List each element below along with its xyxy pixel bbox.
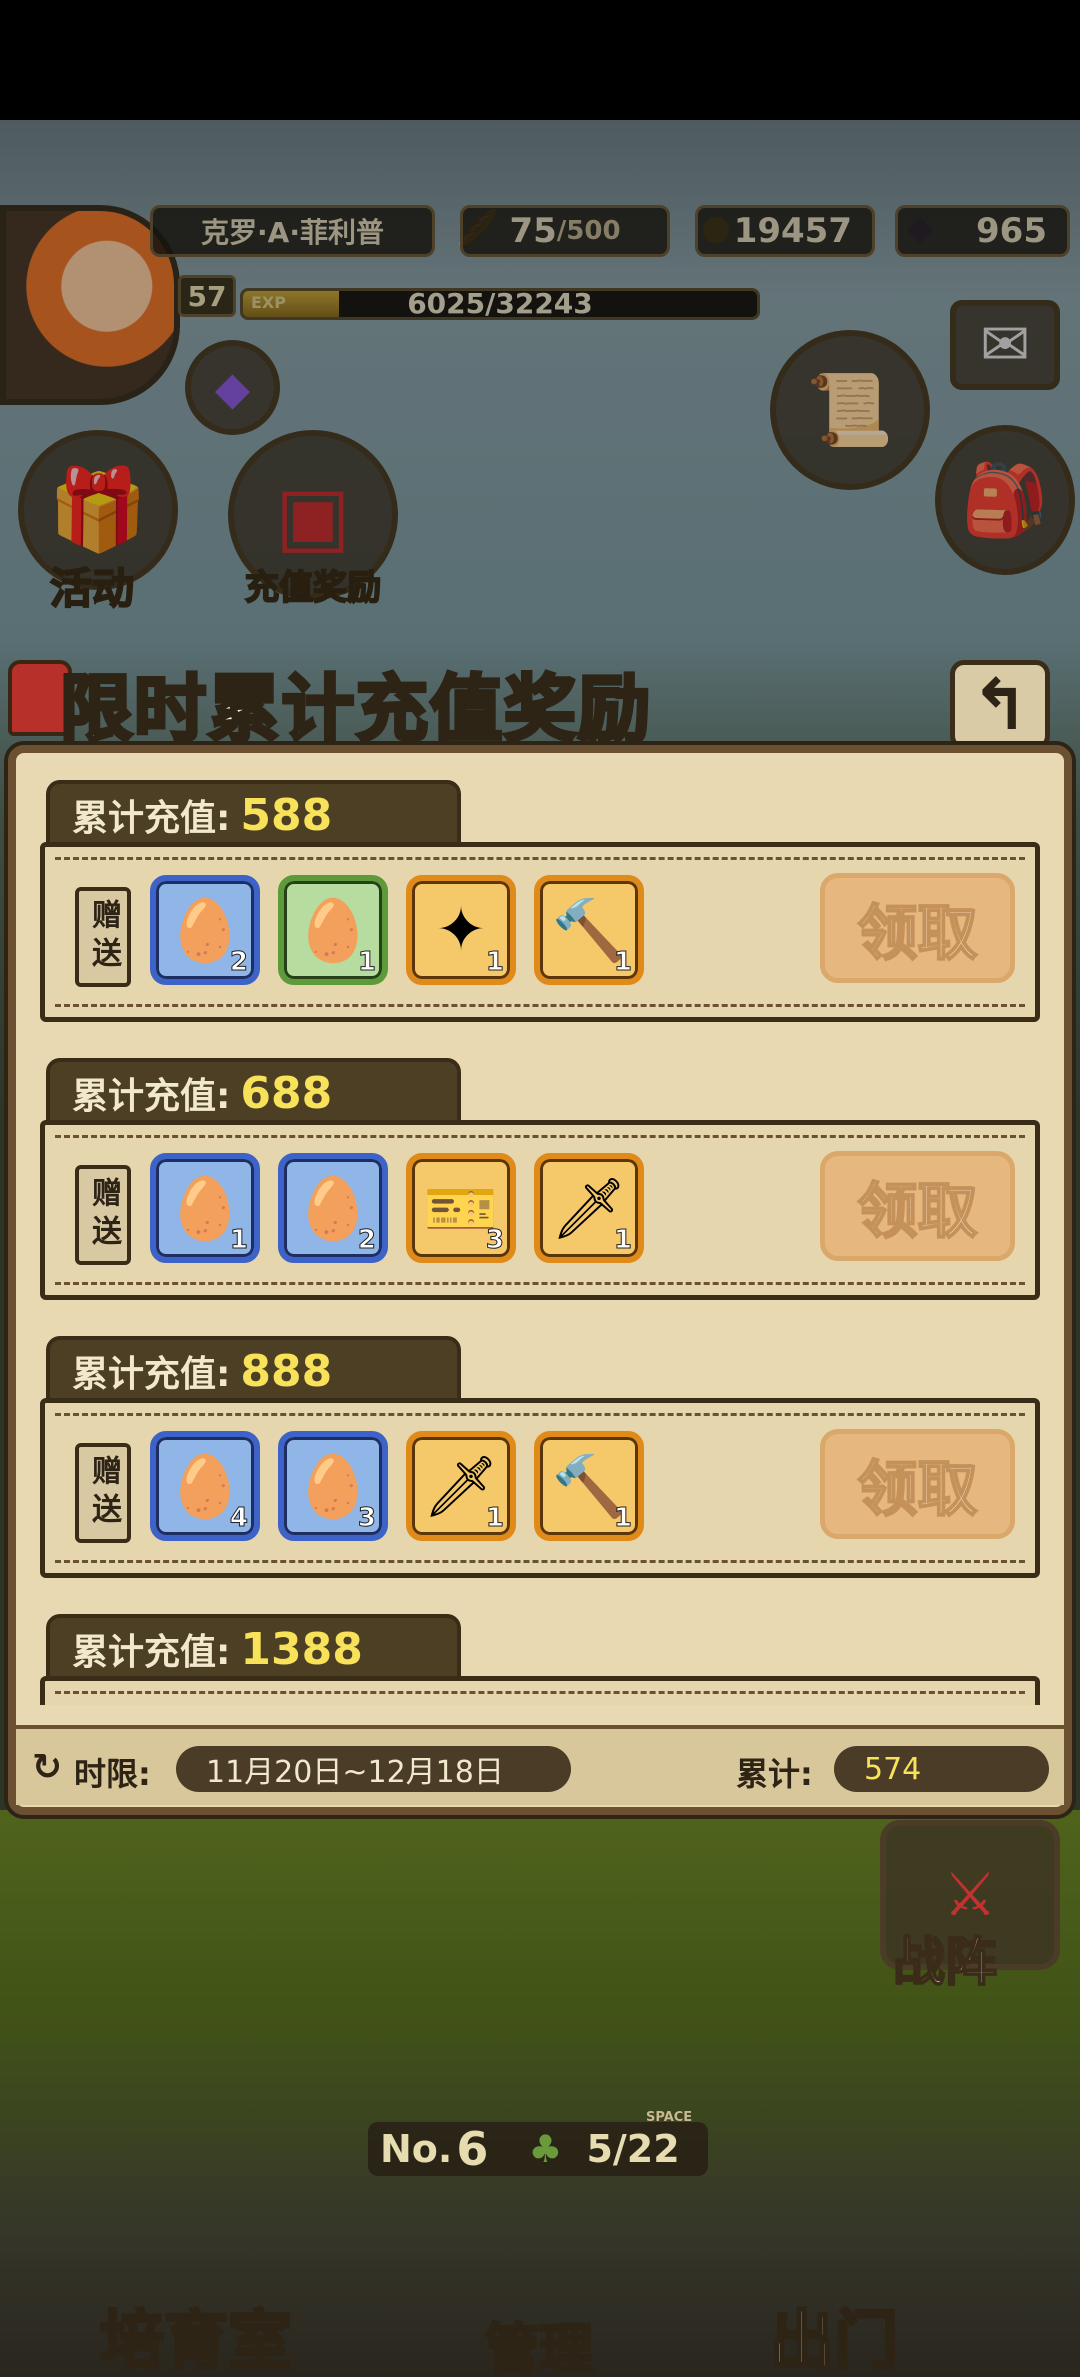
- reward-item[interactable]: 🗡 1: [534, 1153, 644, 1263]
- reward-item[interactable]: 🥚 1: [150, 1153, 260, 1263]
- claim-button[interactable]: 领取: [820, 873, 1015, 983]
- reward-tier: 累计充值: 888 赠送 🥚 4 🥚 3 🗡 1 🔨 1 领取: [30, 1336, 1050, 1606]
- tier-body: [40, 1676, 1040, 1705]
- tier-amount: 688: [240, 1067, 333, 1119]
- reward-tier: 累计充值: 1388: [30, 1614, 1050, 1705]
- formation-label: 战阵: [892, 1932, 998, 1994]
- item-count: 1: [613, 1503, 632, 1534]
- dialog-title: 限时累计充值奖励: [58, 665, 653, 753]
- tier-prefix: 累计充值:: [72, 798, 231, 839]
- nav-go-out[interactable]: 出门: [769, 2290, 900, 2377]
- tier-header: 累计充值: 888: [46, 1336, 461, 1406]
- tier-body: 赠送 🥚 4 🥚 3 🗡 1 🔨 1 领取: [40, 1398, 1040, 1578]
- item-count: 4: [229, 1503, 248, 1534]
- tier-prefix: 累计充值:: [72, 1354, 231, 1395]
- reward-item[interactable]: 🎫 3: [406, 1153, 516, 1263]
- dialog-footer: ↻ 时限: 11月20日~12月18日 累计: 574: [16, 1725, 1064, 1805]
- status-bar-area: [0, 0, 1080, 120]
- tier-body: 赠送 🥚 2 🥚 1 ✦ 1 🔨 1 领取: [40, 842, 1040, 1022]
- back-arrow-icon: ↰: [970, 664, 1030, 746]
- space-value: 5/22: [586, 2127, 680, 2171]
- tier-prefix: 累计充值:: [72, 1076, 231, 1117]
- reward-item[interactable]: 🗡 1: [406, 1431, 516, 1541]
- golden-wings-icon: ✦: [435, 895, 487, 965]
- reward-item[interactable]: 🥚 4: [150, 1431, 260, 1541]
- tier-body: 赠送 🥚 1 🥚 2 🎫 3 🗡 1 领取: [40, 1120, 1040, 1300]
- reward-item[interactable]: 🔨 1: [534, 875, 644, 985]
- time-limit-label: 时限:: [74, 1755, 151, 1793]
- reward-tier-list[interactable]: 累计充值: 588 赠送 🥚 2 🥚 1 ✦ 1 🔨 1 领取 累计充值: 688 赠送…: [30, 780, 1050, 1705]
- claim-button[interactable]: 领取: [820, 1151, 1015, 1261]
- nest-no-label: No.: [380, 2127, 453, 2171]
- refresh-icon: ↻: [32, 1747, 63, 1788]
- item-count: 1: [485, 947, 504, 978]
- reward-item[interactable]: 🥚 2: [278, 1153, 388, 1263]
- reward-item[interactable]: ✦ 1: [406, 875, 516, 985]
- item-count: 2: [357, 1225, 376, 1256]
- reward-tier: 累计充值: 688 赠送 🥚 1 🥚 2 🎫 3 🗡 1 领取: [30, 1058, 1050, 1328]
- sprout-icon: ♣: [528, 2127, 563, 2171]
- tier-header: 累计充值: 688: [46, 1058, 461, 1128]
- tier-amount: 588: [240, 789, 333, 841]
- item-count: 1: [357, 947, 376, 978]
- reward-item[interactable]: 🔨 1: [534, 1431, 644, 1541]
- time-range: 11月20日~12月18日: [176, 1746, 571, 1792]
- tier-header: 累计充值: 588: [46, 780, 461, 850]
- item-count: 1: [613, 1225, 632, 1256]
- item-count: 3: [357, 1503, 376, 1534]
- tier-amount: 888: [240, 1345, 333, 1397]
- nest-number: 6: [456, 2122, 489, 2176]
- back-button[interactable]: ↰: [950, 660, 1050, 750]
- tier-header: 累计充值: 1388: [46, 1614, 461, 1684]
- reward-item[interactable]: 🥚 3: [278, 1431, 388, 1541]
- reward-item[interactable]: 🥚 2: [150, 875, 260, 985]
- reward-tier: 累计充值: 588 赠送 🥚 2 🥚 1 ✦ 1 🔨 1 领取: [30, 780, 1050, 1050]
- tier-amount: 1388: [240, 1623, 363, 1675]
- gift-tag: 赠送: [75, 887, 131, 987]
- nav-nursery[interactable]: 培育室: [99, 2290, 294, 2377]
- nav-manage[interactable]: 管理: [484, 2305, 595, 2377]
- item-count: 1: [485, 1503, 504, 1534]
- reward-item[interactable]: 🥚 1: [278, 875, 388, 985]
- total-value: 574: [834, 1746, 1049, 1792]
- space-label: SPACE: [646, 2110, 693, 2125]
- nest-info[interactable]: No. 6 ♣ 5/22 SPACE: [368, 2110, 708, 2176]
- gift-tag: 赠送: [75, 1443, 131, 1543]
- gift-tag: 赠送: [75, 1165, 131, 1265]
- item-count: 3: [485, 1225, 504, 1256]
- item-count: 2: [229, 947, 248, 978]
- claim-button[interactable]: 领取: [820, 1429, 1015, 1539]
- item-count: 1: [229, 1225, 248, 1256]
- item-count: 1: [613, 947, 632, 978]
- tier-prefix: 累计充值:: [72, 1632, 231, 1673]
- total-label: 累计:: [736, 1755, 813, 1793]
